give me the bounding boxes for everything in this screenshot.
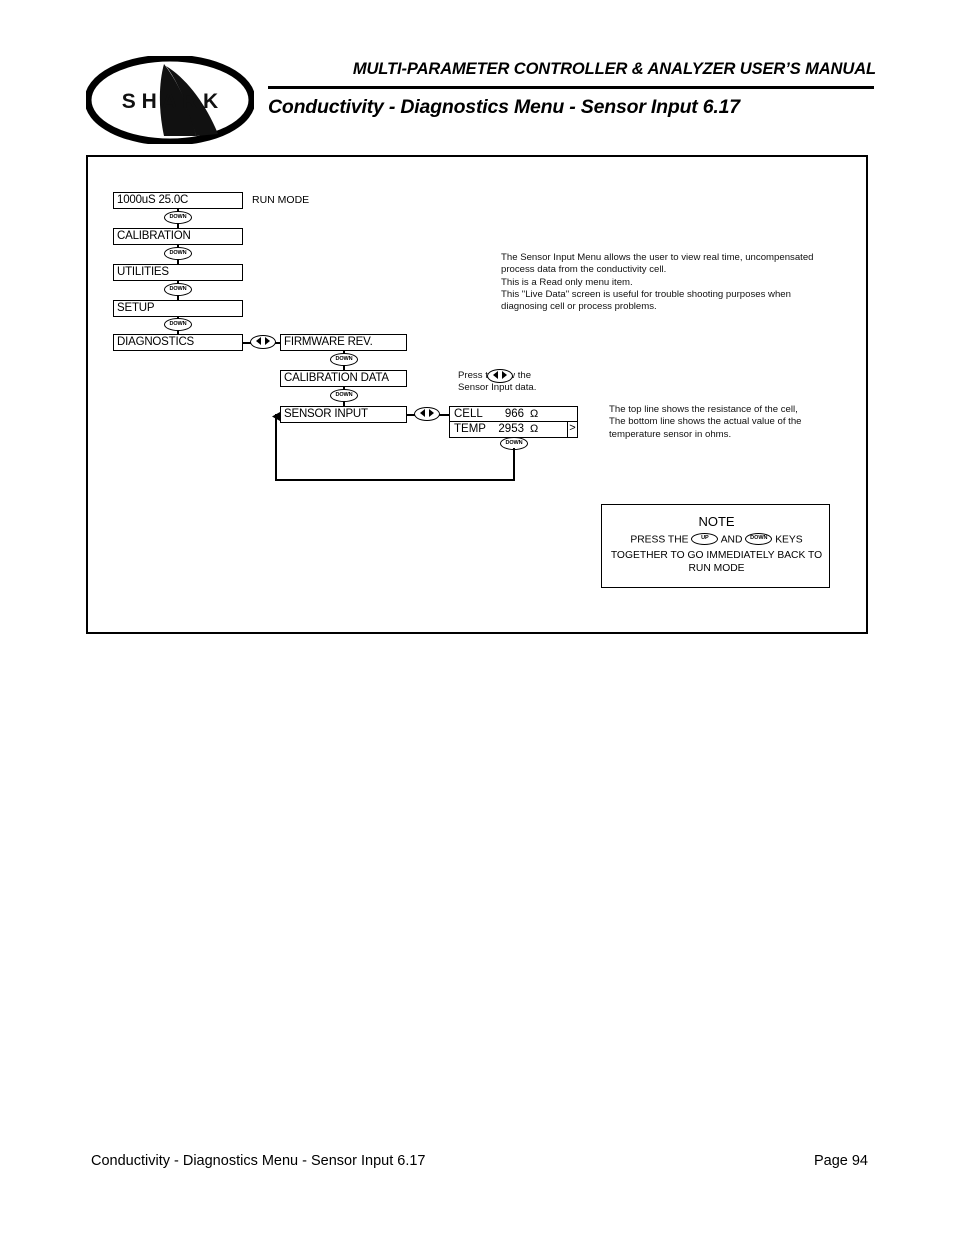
lcd-cell-value: 966 xyxy=(504,408,524,420)
down-key-icon[interactable]: DOWN xyxy=(330,389,358,402)
lcd-cell-label: CELL xyxy=(454,408,483,420)
down-key-icon[interactable]: DOWN xyxy=(164,283,192,296)
header-divider xyxy=(268,86,874,89)
page-title: Conductivity - Diagnostics Menu - Sensor… xyxy=(268,96,740,118)
footer-page-number: Page 94 xyxy=(813,1153,868,1169)
note-title: NOTE xyxy=(698,514,735,529)
down-key-icon[interactable]: DOWN xyxy=(330,353,358,366)
up-key-icon[interactable]: UP xyxy=(691,533,719,545)
down-key-icon[interactable]: DOWN xyxy=(164,211,192,224)
menu-box-firmware-rev[interactable]: FIRMWARE REV. xyxy=(280,334,407,351)
menu-box-calibration-data[interactable]: CALIBRATION DATA xyxy=(280,370,407,387)
down-key-icon[interactable]: DOWN xyxy=(745,533,773,545)
note-press-the: PRESS THE xyxy=(630,534,689,546)
lcd-temp-value: 2953 xyxy=(498,423,524,435)
left-right-key-icon[interactable] xyxy=(487,369,513,383)
note-box: NOTE PRESS THE UP AND DOWN KEYS TOGETHER… xyxy=(601,504,830,588)
note-keys: KEYS xyxy=(775,534,803,546)
sensor-input-description: The Sensor Input Menu allows the user to… xyxy=(501,252,814,313)
menu-box-sensor-input[interactable]: SENSOR INPUT xyxy=(280,406,407,423)
down-key-icon[interactable]: DOWN xyxy=(164,318,192,331)
menu-box-calibration[interactable]: CALIBRATION xyxy=(113,228,243,245)
press-hint-text: Press to view the Sensor Input data. xyxy=(458,370,537,394)
note-line-2: TOGETHER TO GO IMMEDIATELY BACK TO xyxy=(610,550,823,561)
page-header: S H A R K MULTI-PARAMETER CONTROLLER & A… xyxy=(0,0,954,146)
connector-line xyxy=(513,448,515,480)
shark-logo-text: S H A R K xyxy=(122,90,218,113)
menu-box-run-display[interactable]: 1000uS 25.0C xyxy=(113,192,243,209)
note-and: AND xyxy=(720,534,743,546)
lcd-temp-unit: Ω xyxy=(530,423,539,435)
menu-box-utilities[interactable]: UTILITIES xyxy=(113,264,243,281)
lcd-more-indicator: > xyxy=(567,421,577,438)
menu-box-diagnostics[interactable]: DIAGNOSTICS xyxy=(113,334,243,351)
note-line-3: RUN MODE xyxy=(688,563,745,574)
left-right-key-icon[interactable] xyxy=(250,335,276,349)
lcd-temp-label: TEMP xyxy=(454,423,486,435)
connector-line xyxy=(275,479,515,481)
down-key-icon[interactable]: DOWN xyxy=(164,247,192,260)
footer-title: Conductivity - Diagnostics Menu - Sensor… xyxy=(91,1153,426,1169)
lcd-row-temp: TEMP 2953 Ω > xyxy=(449,421,578,438)
menu-box-setup[interactable]: SETUP xyxy=(113,300,243,317)
shark-logo: S H A R K xyxy=(84,54,256,146)
note-line-1: PRESS THE UP AND DOWN KEYS xyxy=(602,533,831,546)
left-right-key-icon[interactable] xyxy=(414,407,440,421)
return-arrow-icon xyxy=(272,409,284,427)
manual-title: MULTI-PARAMETER CONTROLLER & ANALYZER US… xyxy=(352,60,876,78)
run-mode-label: RUN MODE xyxy=(252,194,310,206)
lines-hint-text: The top line shows the resistance of the… xyxy=(609,404,802,440)
lcd-cell-unit: Ω xyxy=(530,408,539,420)
